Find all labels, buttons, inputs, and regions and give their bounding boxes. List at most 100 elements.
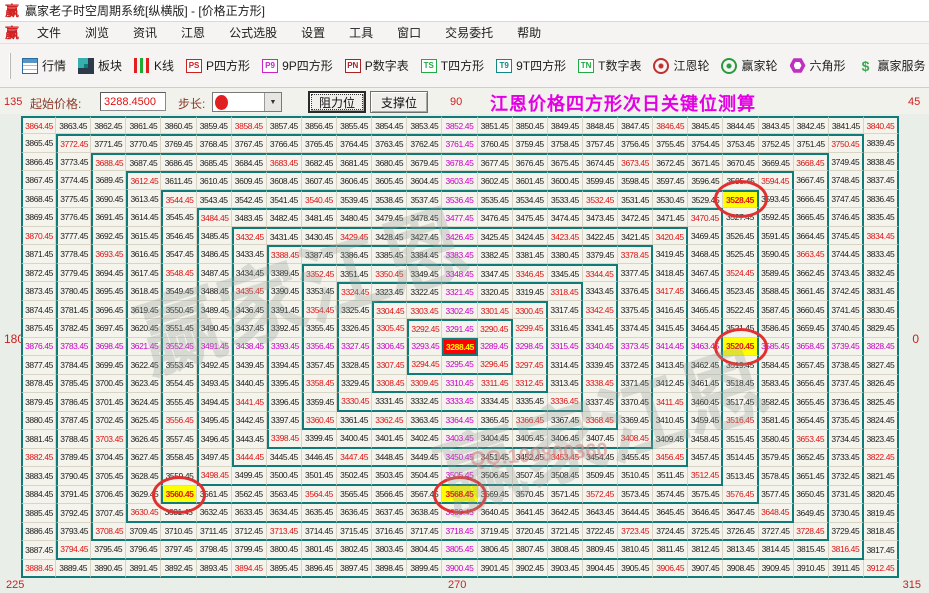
price-cell: 3658.45: [794, 338, 829, 356]
price-cell: 3888.45: [21, 560, 56, 578]
price-cell: 3586.45: [759, 319, 794, 337]
toolbar-button-quotes[interactable]: 行情: [22, 57, 66, 74]
price-cell: 3496.45: [197, 430, 232, 448]
price-cell: 3400.45: [337, 430, 372, 448]
menu-item-文件[interactable]: 文件: [25, 22, 73, 43]
price-cell: 3399.45: [302, 430, 337, 448]
resistance-button[interactable]: 阻力位: [308, 91, 366, 113]
support-button[interactable]: 支撑位: [370, 91, 428, 113]
menu-item-工具[interactable]: 工具: [337, 22, 385, 43]
price-cell: 3621.45: [126, 338, 161, 356]
price-cell: 3463.45: [688, 338, 723, 356]
gann-wheel-icon: [653, 58, 669, 74]
toolbar-button-hexagon[interactable]: 六角形: [790, 57, 846, 74]
toolbar-button-winner-service[interactable]: $赢家服务: [858, 57, 926, 74]
price-cell: 3434.45: [232, 264, 267, 282]
price-cell: 3777.45: [56, 227, 91, 245]
price-cell: 3506.45: [478, 467, 513, 485]
price-cell: 3495.45: [197, 412, 232, 430]
price-cell: 3316.45: [548, 319, 583, 337]
menu-item-资讯[interactable]: 资讯: [121, 22, 169, 43]
menu-item-设置[interactable]: 设置: [289, 22, 337, 43]
price-cell: 3911.45: [829, 560, 864, 578]
price-cell: 3742.45: [829, 282, 864, 300]
price-cell: 3585.45: [759, 338, 794, 356]
step-dropdown-button[interactable]: ▼: [264, 93, 281, 111]
price-cell: 3904.45: [583, 560, 618, 578]
price-cell: 3403.45: [442, 430, 477, 448]
price-cell: 3514.45: [723, 449, 758, 467]
menu-item-公式选股[interactable]: 公式选股: [217, 22, 289, 43]
start-price-label: 起始价格:: [30, 95, 81, 112]
menu-item-浏览[interactable]: 浏览: [73, 22, 121, 43]
price-cell: 3462.45: [688, 356, 723, 374]
price-cell: 3324.45: [337, 282, 372, 300]
angle-label-0: 0: [912, 332, 919, 346]
t-number-icon: TN: [578, 59, 594, 73]
angle-label-225: 225: [6, 579, 24, 591]
price-cell: 3569.45: [478, 486, 513, 504]
toolbar-button-kline[interactable]: K线: [134, 57, 174, 74]
price-cell: 3835.45: [864, 208, 899, 226]
toolbar-button-winner-wheel[interactable]: 赢家轮: [721, 57, 777, 74]
toolbar-button-p-square[interactable]: PSP四方形: [186, 57, 250, 74]
menu-item-帮助[interactable]: 帮助: [505, 22, 553, 43]
price-cell: 3504.45: [407, 467, 442, 485]
toolbar-button-sectors[interactable]: 板块: [78, 57, 122, 74]
toolbar-button-9t-square[interactable]: T99T四方形: [496, 57, 566, 74]
start-price-input[interactable]: [100, 92, 166, 111]
toolbar-label: 9P四方形: [282, 57, 333, 74]
price-cell: 3673.45: [618, 153, 653, 171]
price-cell: 3837.45: [864, 171, 899, 189]
price-cell: 3390.45: [267, 282, 302, 300]
price-cell: 3828.45: [864, 338, 899, 356]
price-cell: 3291.45: [442, 319, 477, 337]
menu-item-窗口[interactable]: 窗口: [385, 22, 433, 43]
price-cell: 3643.45: [583, 504, 618, 522]
price-cell: 3501.45: [302, 467, 337, 485]
toolbar-button-9p-square[interactable]: P99P四方形: [262, 57, 333, 74]
price-cell: 3741.45: [829, 301, 864, 319]
price-cell: 3566.45: [372, 486, 407, 504]
price-cell: 3474.45: [548, 208, 583, 226]
price-cell: 3753.45: [723, 134, 758, 152]
price-cell: 3700.45: [91, 375, 126, 393]
price-cell: 3426.45: [442, 227, 477, 245]
price-cell: 3502.45: [337, 467, 372, 485]
price-cell: 3877.45: [21, 356, 56, 374]
price-cell: 3718.45: [442, 523, 477, 541]
price-cell: 3784.45: [56, 356, 91, 374]
price-cell: 3721.45: [548, 523, 583, 541]
price-cell: 3543.45: [197, 190, 232, 208]
price-cell: 3769.45: [161, 134, 196, 152]
toolbar: 行情板块 K线 PSP四方形 P99P四方形 PNP数字表 TST四方形 T99T四方形 TN…: [0, 44, 929, 88]
price-cell: 3714.45: [302, 523, 337, 541]
price-cell: 3660.45: [794, 301, 829, 319]
toolbar-button-gann-wheel[interactable]: 江恩轮: [653, 57, 709, 74]
price-cell: 3822.45: [864, 449, 899, 467]
price-cell: 3391.45: [267, 301, 302, 319]
price-cell: 3684.45: [232, 153, 267, 171]
price-cell: 3348.45: [442, 264, 477, 282]
price-cell: 3731.45: [829, 486, 864, 504]
menu-logo-icon: 赢: [5, 23, 19, 43]
center-price-cell: 3288.45: [442, 338, 477, 356]
price-cell: 3902.45: [513, 560, 548, 578]
step-combobox[interactable]: ▼: [212, 92, 282, 112]
price-cell: 3337.45: [583, 393, 618, 411]
price-square-grid: 3864.453863.453862.453861.453860.453859.…: [21, 116, 899, 578]
toolbar-button-p-number[interactable]: PNP数字表: [345, 57, 409, 74]
toolbar-button-t-number[interactable]: TNT数字表: [578, 57, 641, 74]
price-cell: 3752.45: [759, 134, 794, 152]
price-cell: 3612.45: [126, 171, 161, 189]
price-cell: 3856.45: [302, 116, 337, 134]
menu-item-江恩[interactable]: 江恩: [169, 22, 217, 43]
price-cell: 3482.45: [267, 208, 302, 226]
price-cell: 3820.45: [864, 486, 899, 504]
price-cell: 3872.45: [21, 264, 56, 282]
price-cell: 3878.45: [21, 375, 56, 393]
menu-item-交易委托[interactable]: 交易委托: [433, 22, 505, 43]
toolbar-label: 9T四方形: [516, 57, 566, 74]
toolbar-button-t-square[interactable]: TST四方形: [421, 57, 484, 74]
price-cell: 3850.45: [513, 116, 548, 134]
